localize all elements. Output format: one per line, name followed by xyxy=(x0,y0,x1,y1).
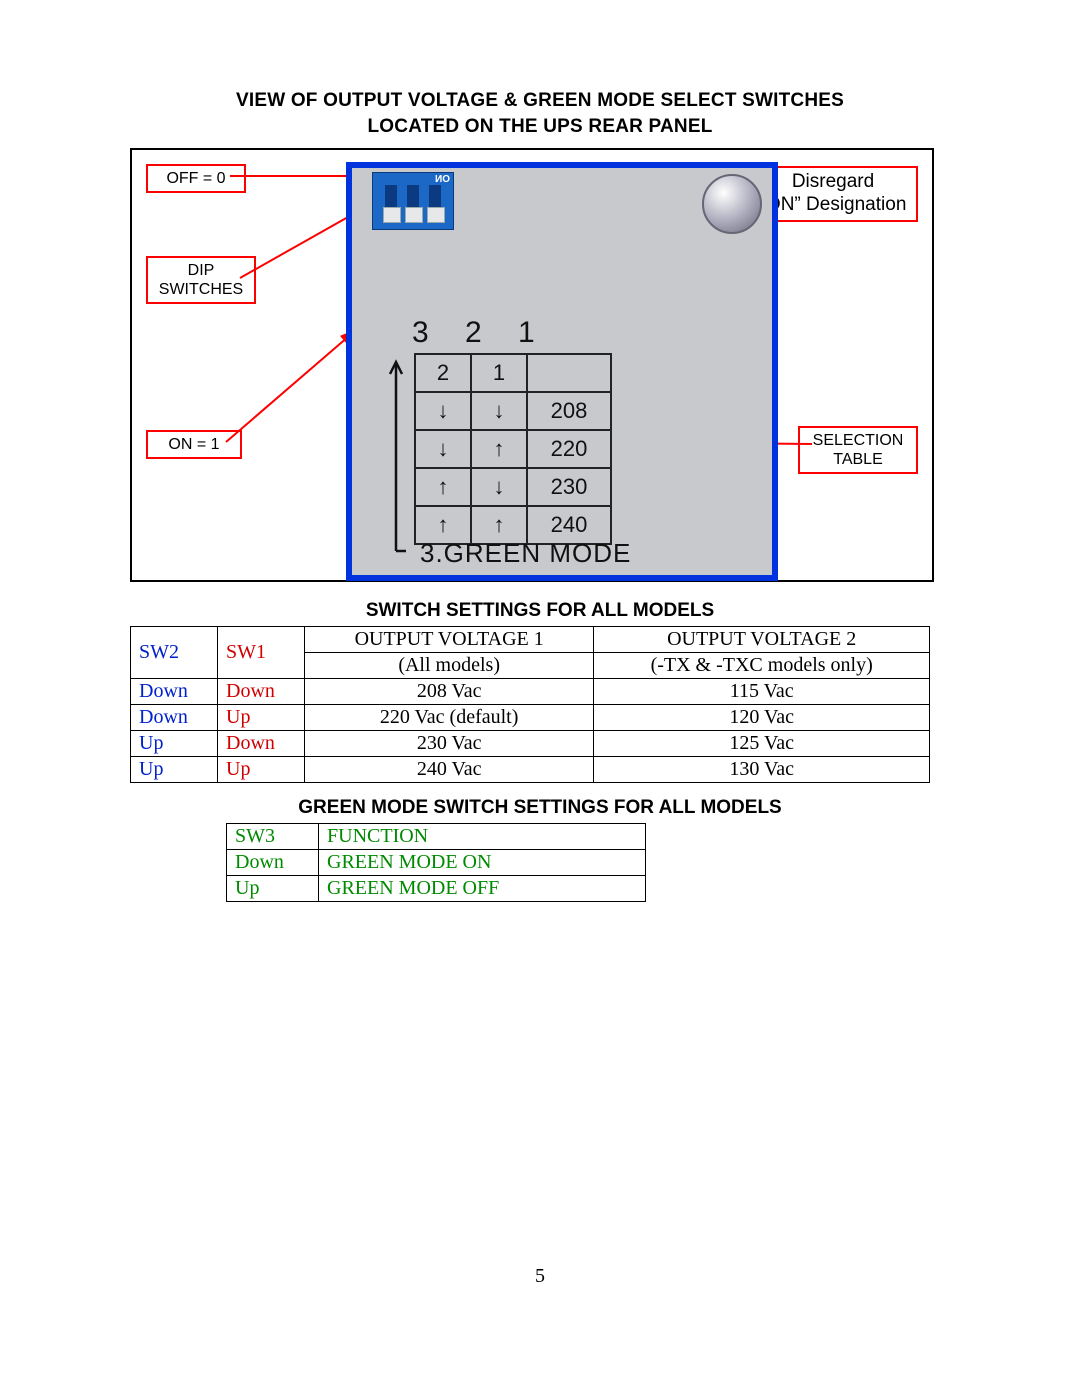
cell: Down xyxy=(227,850,319,876)
up-arrow-icon: ↑ xyxy=(415,468,471,506)
page-title-line1: VIEW OF OUTPUT VOLTAGE & GREEN MODE SELE… xyxy=(130,90,950,112)
cell: Down xyxy=(218,679,305,705)
page-number: 5 xyxy=(0,1265,1080,1288)
cell: GREEN MODE ON xyxy=(319,850,646,876)
dip-switch-block: ON xyxy=(372,172,454,230)
down-arrow-icon: ↓ xyxy=(415,430,471,468)
panel-switch-numbers: 3 2 1 xyxy=(412,316,549,350)
header-output-voltage-1: OUTPUT VOLTAGE 1 xyxy=(305,627,594,653)
table-row: Down Up 220 Vac (default) 120 Vac xyxy=(131,705,930,731)
table-row: SW3 FUNCTION xyxy=(227,824,646,850)
header-function: FUNCTION xyxy=(319,824,646,850)
cell: 115 Vac xyxy=(594,679,930,705)
table-row: Down GREEN MODE ON xyxy=(227,850,646,876)
green-mode-table: SW3 FUNCTION Down GREEN MODE ON Up GREEN… xyxy=(226,823,646,902)
green-mode-heading: GREEN MODE SWITCH SETTINGS FOR ALL MODEL… xyxy=(130,797,950,819)
cell: 230 Vac xyxy=(305,731,594,757)
callout-selection-line1: SELECTION xyxy=(813,432,904,449)
up-arrow-icon: ↑ xyxy=(471,430,527,468)
down-arrow-icon: ↓ xyxy=(415,392,471,430)
cell: 220 Vac (default) xyxy=(305,705,594,731)
panel-green-mode-label: 3.GREEN MODE xyxy=(420,538,631,569)
header-ov2-sub: (-TX & -TXC models only) xyxy=(594,653,930,679)
cell: 220 xyxy=(527,430,611,468)
panel-selection-table: 2 1 ↓ ↓ 208 ↓ ↑ 220 ↑ ↓ 230 xyxy=(414,353,612,545)
callout-off-equals-zero: OFF = 0 xyxy=(146,164,246,193)
table-row: Up Up 240 Vac 130 Vac xyxy=(131,757,930,783)
table-row: ↓ ↓ 208 xyxy=(415,392,611,430)
header-sw1: SW1 xyxy=(218,627,305,679)
header-output-voltage-2: OUTPUT VOLTAGE 2 xyxy=(594,627,930,653)
down-arrow-icon: ↓ xyxy=(471,392,527,430)
callout-disregard-line1: Disregard xyxy=(792,171,874,192)
cell: Up xyxy=(227,876,319,902)
cell: 240 Vac xyxy=(305,757,594,783)
figure-container: OFF = 0 DIP SWITCHES ON = 1 Disregard “O… xyxy=(130,148,934,582)
rear-panel-photo: ON 3 2 1 2 1 xyxy=(346,162,778,581)
cell: 120 Vac xyxy=(594,705,930,731)
cell: 125 Vac xyxy=(594,731,930,757)
table-row: ↑ ↓ 230 xyxy=(415,468,611,506)
table-row: SW2 SW1 OUTPUT VOLTAGE 1 OUTPUT VOLTAGE … xyxy=(131,627,930,653)
switch-settings-heading: SWITCH SETTINGS FOR ALL MODELS xyxy=(130,600,950,622)
callout-on-equals-one: ON = 1 xyxy=(146,430,242,459)
table-row: Up Down 230 Vac 125 Vac xyxy=(131,731,930,757)
header-sw3: SW3 xyxy=(227,824,319,850)
callout-dip-switches: DIP SWITCHES xyxy=(146,256,256,304)
cell: 208 Vac xyxy=(305,679,594,705)
cell xyxy=(527,354,611,392)
table-row: ↓ ↑ 220 xyxy=(415,430,611,468)
dip-on-marking: ON xyxy=(435,174,450,185)
cell: 230 xyxy=(527,468,611,506)
table-row: Up GREEN MODE OFF xyxy=(227,876,646,902)
table-row: 2 1 xyxy=(415,354,611,392)
callout-selection-line2: TABLE xyxy=(833,451,883,468)
switch-settings-table: SW2 SW1 OUTPUT VOLTAGE 1 OUTPUT VOLTAGE … xyxy=(130,626,930,783)
header-ov1-sub: (All models) xyxy=(305,653,594,679)
cell: Up xyxy=(131,757,218,783)
cell: Down xyxy=(218,731,305,757)
cell: 1 xyxy=(471,354,527,392)
cell: Up xyxy=(218,757,305,783)
header-sw2: SW2 xyxy=(131,627,218,679)
callout-selection-table: SELECTION TABLE xyxy=(798,426,918,474)
panel-up-arrow-icon xyxy=(386,356,406,556)
cell: 208 xyxy=(527,392,611,430)
cell: GREEN MODE OFF xyxy=(319,876,646,902)
down-arrow-icon: ↓ xyxy=(471,468,527,506)
panel-bolt xyxy=(702,174,762,234)
cell: Down xyxy=(131,705,218,731)
cell: Up xyxy=(218,705,305,731)
page-title-line2: LOCATED ON THE UPS REAR PANEL xyxy=(130,116,950,138)
table-row: Down Down 208 Vac 115 Vac xyxy=(131,679,930,705)
cell: Up xyxy=(131,731,218,757)
callout-disregard-line2: “ON” Designation xyxy=(760,194,907,215)
cell: Down xyxy=(131,679,218,705)
cell: 2 xyxy=(415,354,471,392)
cell: 130 Vac xyxy=(594,757,930,783)
